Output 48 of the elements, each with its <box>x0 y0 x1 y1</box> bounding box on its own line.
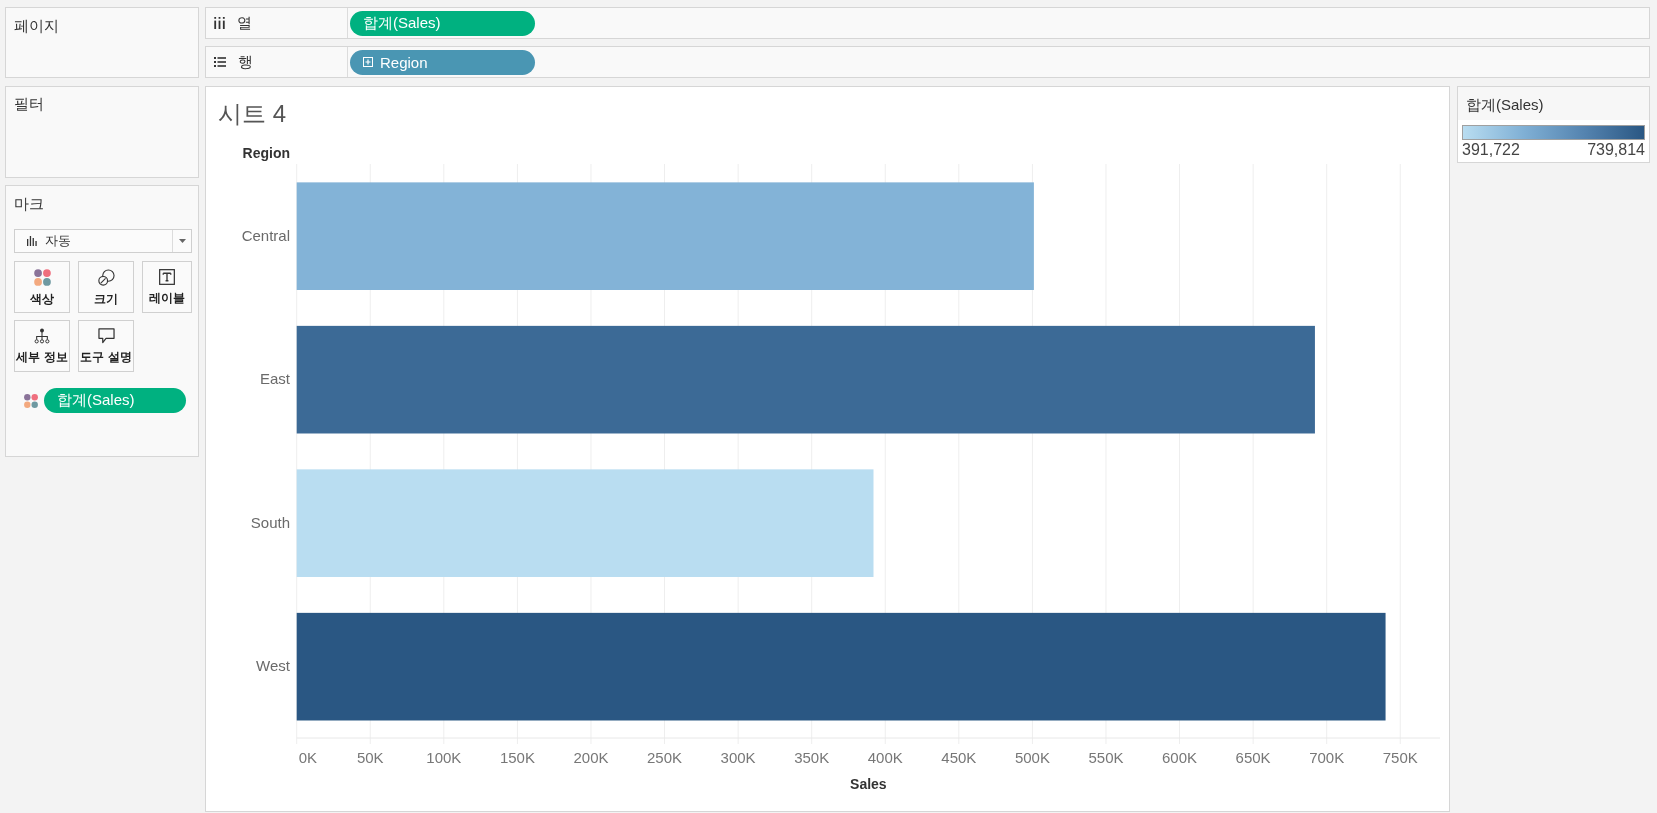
size-mark-button[interactable]: 크기 <box>78 261 134 313</box>
legend-max-label: 739,814 <box>1587 141 1645 159</box>
category-label: East <box>260 370 290 388</box>
tick-label: 700K <box>1309 749 1345 766</box>
tick-label: 200K <box>573 749 609 766</box>
card-title: 페이지 <box>14 17 59 35</box>
tick-label: 650K <box>1235 749 1271 766</box>
tick-label: 50K <box>356 749 384 766</box>
tick-label: 100K <box>426 749 462 766</box>
tick-label: 600K <box>1162 749 1198 766</box>
sheet-title: 시트 4 <box>218 99 286 129</box>
legend-title: 합계(Sales) <box>1466 96 1544 113</box>
caret-icon <box>179 239 186 243</box>
legend-min-label: 391,722 <box>1462 141 1520 159</box>
shelf-title: 행 <box>238 53 253 71</box>
row-header: Region <box>242 145 290 161</box>
tooltip-mark-button[interactable]: 도구 설명 <box>78 320 134 372</box>
four-dots-icon <box>24 393 38 408</box>
columns-icon <box>214 17 225 29</box>
speech-bubble-icon <box>97 328 115 344</box>
category-label: West <box>256 657 290 675</box>
mark-type-dropdown[interactable]: 자동 <box>14 229 192 253</box>
tick-label: 500K <box>1014 749 1050 766</box>
card-title: 마크 <box>14 195 44 213</box>
tick-label: 350K <box>794 749 830 766</box>
hierarchy-icon <box>34 328 50 344</box>
tick-label: 750K <box>1382 749 1418 766</box>
four-dots-icon <box>33 269 51 286</box>
category-label: Central <box>241 226 290 244</box>
tick-label: 250K <box>647 749 683 766</box>
tick-label: 550K <box>1088 749 1124 766</box>
tick-label: 450K <box>941 749 977 766</box>
detail-mark-button[interactable]: 세부 정보 <box>14 320 70 372</box>
tick-label: 150K <box>499 749 535 766</box>
category-label: South <box>250 513 290 531</box>
label-mark-button[interactable]: 레이블 <box>142 261 192 313</box>
tick-label: 400K <box>867 749 903 766</box>
list-icon <box>214 57 226 67</box>
card-title: 필터 <box>14 95 44 113</box>
circles-icon <box>97 269 115 286</box>
shelf-title: 열 <box>237 14 252 32</box>
color-mark-button[interactable]: 색상 <box>14 261 70 313</box>
text-box-icon <box>159 269 175 285</box>
plus-box-icon[interactable] <box>363 57 373 67</box>
bar-chart-icon <box>27 236 37 246</box>
tick-label: 0K <box>298 749 318 766</box>
tick-label: 300K <box>720 749 756 766</box>
axis-title: Sales <box>850 776 887 792</box>
